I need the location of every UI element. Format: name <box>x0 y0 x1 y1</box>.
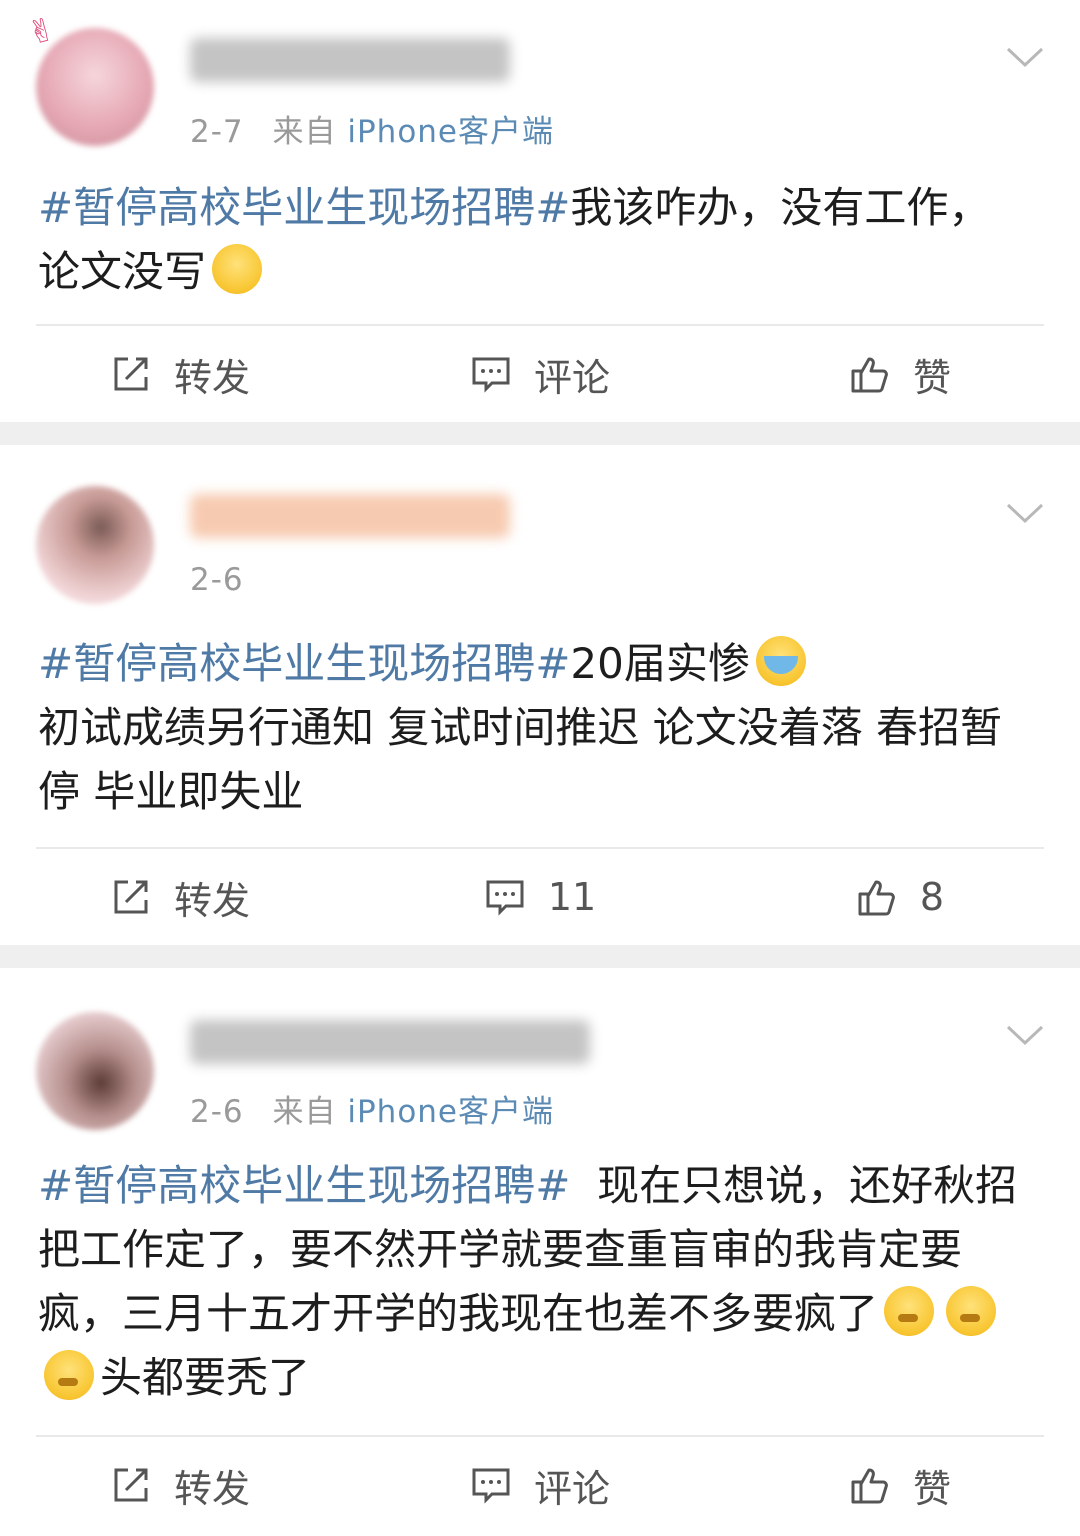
source-client[interactable]: iPhone客户端 <box>347 114 554 150</box>
post-text-continued: 头都要秃了 <box>100 1353 311 1402</box>
action-bar: 转发 11 8 <box>0 849 1080 945</box>
thinking-emoji <box>44 1350 94 1400</box>
comment-icon <box>486 880 524 916</box>
like-label: 赞 <box>912 1466 951 1511</box>
repost-label: 转发 <box>173 1466 250 1511</box>
source-prefix: 来自 <box>272 1094 337 1130</box>
post-meta: 2-7 来自 iPhone客户端 <box>190 106 554 151</box>
repost-label: 转发 <box>173 878 250 923</box>
hashtag-link[interactable]: #暂停高校毕业生现场招聘# <box>38 183 570 232</box>
hashtag-link[interactable]: #暂停高校毕业生现场招聘# <box>38 1161 570 1210</box>
repost-icon <box>114 357 148 391</box>
repost-label: 转发 <box>173 355 250 400</box>
like-icon <box>851 357 888 393</box>
source-prefix: 来自 <box>272 114 337 150</box>
chevron-down-icon[interactable] <box>1006 502 1044 524</box>
comment-label: 评论 <box>533 1466 610 1511</box>
thinking-emoji <box>946 1286 997 1336</box>
thinking-emoji <box>884 1286 935 1336</box>
comment-button[interactable]: 评论 <box>360 1437 720 1533</box>
username-blurred[interactable] <box>190 1020 590 1064</box>
post-meta: 2-6 <box>190 562 244 598</box>
avatar-badge-icon: ✌ <box>23 9 60 53</box>
post-text-continued: 初试成绩另行通知 复试时间推迟 论文没着落 春招暂停 毕业即失业 <box>38 703 1003 816</box>
hashtag-link[interactable]: #暂停高校毕业生现场招聘# <box>38 639 570 688</box>
action-bar: 转发 评论 赞 <box>0 326 1080 422</box>
repost-icon <box>114 880 148 914</box>
repost-button[interactable]: 转发 <box>0 326 360 422</box>
post-content: #暂停高校毕业生现场招聘#我该咋办，没有工作，论文没写 <box>38 176 1030 304</box>
laugh-cry-emoji <box>212 244 263 294</box>
like-count: 8 <box>919 875 945 919</box>
action-bar: 转发 评论 赞 <box>0 1437 1080 1533</box>
feed-separator <box>0 945 1080 968</box>
like-button[interactable]: 赞 <box>720 1437 1080 1533</box>
post-1: ✌ 2-7 来自 iPhone客户端 #暂停高校毕业生现场招聘#我该咋办，没有工… <box>0 0 1080 422</box>
post-text: 20届实惨 <box>570 639 750 688</box>
username-blurred[interactable] <box>190 38 510 82</box>
post-meta: 2-6 来自 iPhone客户端 <box>190 1086 554 1131</box>
comment-count: 11 <box>547 875 597 919</box>
avatar[interactable] <box>36 486 154 604</box>
comment-button[interactable]: 11 <box>360 849 720 945</box>
like-button[interactable]: 赞 <box>720 326 1080 422</box>
post-time: 2-7 <box>190 114 244 150</box>
repost-button[interactable]: 转发 <box>0 1437 360 1533</box>
post-time: 2-6 <box>190 1094 244 1130</box>
comment-icon <box>472 357 510 393</box>
like-button[interactable]: 8 <box>720 849 1080 945</box>
comment-label: 评论 <box>533 355 610 400</box>
comment-icon <box>472 1468 510 1504</box>
feed-separator <box>0 422 1080 445</box>
repost-button[interactable]: 转发 <box>0 849 360 945</box>
comment-button[interactable]: 评论 <box>360 326 720 422</box>
post-time: 2-6 <box>190 562 244 598</box>
post-content: #暂停高校毕业生现场招聘# 现在只想说，还好秋招把工作定了，要不然开学就要查重盲… <box>38 1154 1030 1410</box>
crying-emoji <box>755 636 806 686</box>
repost-icon <box>114 1468 148 1502</box>
avatar[interactable] <box>36 1012 154 1130</box>
username-blurred[interactable] <box>190 494 510 538</box>
like-label: 赞 <box>912 355 951 400</box>
like-icon <box>851 1468 888 1504</box>
like-icon <box>858 880 895 916</box>
chevron-down-icon[interactable] <box>1006 46 1044 68</box>
post-content: #暂停高校毕业生现场招聘#20届实惨 初试成绩另行通知 复试时间推迟 论文没着落… <box>38 632 1030 824</box>
source-client[interactable]: iPhone客户端 <box>347 1094 554 1130</box>
chevron-down-icon[interactable] <box>1006 1024 1044 1046</box>
